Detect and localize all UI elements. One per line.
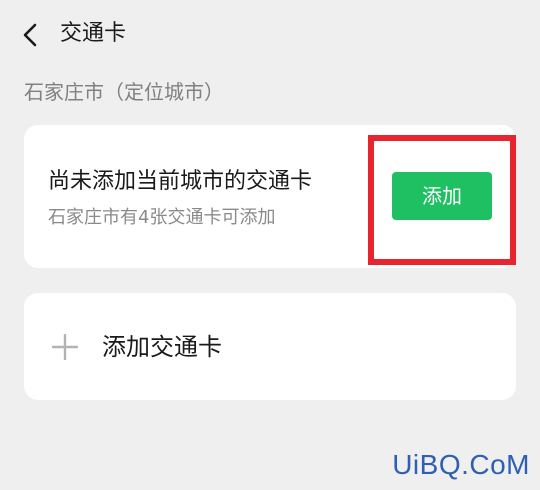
top-nav-bar: 交通卡	[0, 0, 540, 68]
plus-icon	[52, 334, 78, 360]
add-transit-card-label: 添加交通卡	[102, 333, 222, 361]
back-button[interactable]	[14, 18, 48, 52]
watermark-text: UiBQ.CoM	[392, 449, 530, 480]
city-card-title: 尚未添加当前城市的交通卡	[48, 169, 313, 194]
add-transit-card-row[interactable]: 添加交通卡	[24, 293, 516, 400]
city-card-subtitle: 石家庄市有4张交通卡可添加	[48, 207, 276, 228]
chevron-left-icon	[23, 23, 37, 47]
location-section-label: 石家庄市（定位城市）	[24, 80, 224, 104]
add-button[interactable]: 添加	[392, 172, 492, 220]
page-title: 交通卡	[60, 21, 127, 46]
